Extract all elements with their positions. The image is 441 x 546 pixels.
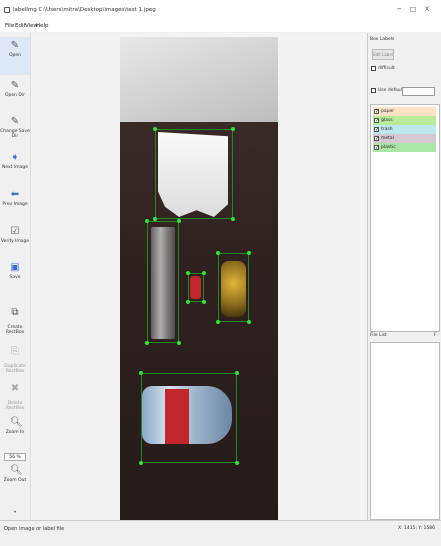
more-icon: • <box>13 509 17 516</box>
verify-image-button[interactable]: ☑ Verify Image <box>0 226 30 245</box>
bbox-vertex[interactable] <box>231 217 235 221</box>
bbox-vertex[interactable] <box>139 371 143 375</box>
label-item-paper[interactable]: paper <box>373 107 436 117</box>
bbox-bottle[interactable] <box>141 373 237 463</box>
edit-label-button[interactable]: Edit Label <box>372 49 394 60</box>
bbox-vertex[interactable] <box>202 271 206 275</box>
pen-icon: ✎ <box>10 80 20 91</box>
next-image-button[interactable]: ➧ Next Image <box>0 152 30 171</box>
label-checkbox[interactable] <box>374 108 379 117</box>
minimize-button[interactable]: – <box>397 4 402 14</box>
file-list-float-button[interactable]: F <box>434 333 437 338</box>
bbox-vertex[interactable] <box>202 300 206 304</box>
bbox-vertex[interactable] <box>139 461 143 465</box>
zoom-out-button[interactable]: 🔍︎ Zoom Out <box>0 465 30 484</box>
pen-icon: ✎ <box>10 40 20 51</box>
bbox-vertex[interactable] <box>247 251 251 255</box>
left-toolbar: ✎ Open ✎ Open Dir ✎ Change Save Dir ➧ Ne… <box>0 33 31 520</box>
bbox-vertex[interactable] <box>145 341 149 345</box>
create-rectbox-button[interactable]: ⧉ Create RectBox <box>0 303 30 336</box>
photo <box>120 37 278 520</box>
open-dir-button[interactable]: ✎ Open Dir <box>0 80 30 99</box>
bbox-vertex[interactable] <box>186 271 190 275</box>
bbox-vertex[interactable] <box>177 341 181 345</box>
delete-icon: ✖ <box>10 383 20 394</box>
close-button[interactable]: X <box>425 6 429 13</box>
label-checkbox[interactable] <box>374 126 379 135</box>
cursor-coordinates: X: 1415; Y: 1586 <box>398 526 435 531</box>
label-checkbox[interactable] <box>374 135 379 144</box>
create-rectbox-icon: ⧉ <box>11 307 19 318</box>
menu-bar: File Edit View Help <box>0 20 441 32</box>
open-button[interactable]: ✎ Open <box>0 37 30 75</box>
bbox-vertex[interactable] <box>235 461 239 465</box>
zoom-level-field[interactable]: 56 % <box>4 453 26 461</box>
title-bar: labelImg C:\Users\mitra\Desktop\images\t… <box>0 0 441 20</box>
use-default-label-checkbox[interactable] <box>371 88 376 93</box>
label-list: paper glass trash metal plastic <box>370 104 440 332</box>
difficult-checkbox[interactable] <box>371 66 376 71</box>
maximize-button[interactable]: ☐ <box>410 6 416 14</box>
photo-wall <box>120 37 278 122</box>
label-item-glass[interactable]: glass <box>373 116 436 126</box>
verify-icon: ☑ <box>10 226 20 237</box>
bbox-can[interactable] <box>218 253 249 322</box>
pen-icon: ✎ <box>10 116 20 127</box>
file-list[interactable] <box>370 342 440 520</box>
menu-help[interactable]: Help <box>36 23 49 29</box>
file-list-header: File List <box>370 333 387 338</box>
label-checkbox[interactable] <box>374 117 379 126</box>
bbox-vertex[interactable] <box>145 219 149 223</box>
label-item-trash[interactable]: trash <box>373 125 436 135</box>
duplicate-icon: ⎘ <box>11 346 19 357</box>
prev-image-button[interactable]: ⬅ Prev Image <box>0 189 30 208</box>
box-labels-header: Box Labels <box>370 37 395 42</box>
bbox-vertex[interactable] <box>153 127 157 131</box>
app-icon <box>4 7 10 13</box>
difficult-label: difficult <box>378 66 395 71</box>
bbox-vertex[interactable] <box>186 300 190 304</box>
bbox-glass[interactable] <box>147 221 179 343</box>
zoom-in-button[interactable]: 🔍︎ Zoom In <box>0 417 30 436</box>
next-arrow-icon: ➧ <box>10 152 20 163</box>
bbox-vertex[interactable] <box>231 127 235 131</box>
change-save-dir-button[interactable]: ✎ Change Save Dir <box>0 116 30 140</box>
menu-file[interactable]: File <box>5 23 14 29</box>
zoom-out-icon: 🔍︎ <box>10 465 23 476</box>
status-bar: Open image or label file X: 1415; Y: 158… <box>0 520 441 546</box>
default-label-input[interactable] <box>402 87 435 96</box>
save-icon: ▣ <box>10 262 20 273</box>
bbox-vertex[interactable] <box>247 320 251 324</box>
label-item-plastic[interactable]: plastic <box>373 143 436 153</box>
window-title: labelImg C:\Users\mitra\Desktop\images\t… <box>13 7 156 13</box>
bbox-vertex[interactable] <box>177 219 181 223</box>
status-message: Open image or label file <box>4 526 65 532</box>
bbox-vertex[interactable] <box>235 371 239 375</box>
save-button[interactable]: ▣ Save <box>0 262 30 281</box>
label-checkbox[interactable] <box>374 144 379 153</box>
bbox-paper[interactable] <box>155 129 233 219</box>
more-tools-indicator: • <box>0 509 30 517</box>
bbox-vertex[interactable] <box>216 320 220 324</box>
delete-rectbox-button[interactable]: ✖ Delete RectBox <box>0 379 30 412</box>
image-canvas[interactable] <box>31 33 366 520</box>
prev-arrow-icon: ⬅ <box>10 189 20 200</box>
bbox-red-object[interactable] <box>188 273 204 302</box>
bbox-vertex[interactable] <box>216 251 220 255</box>
zoom-in-icon: 🔍︎ <box>10 417 23 428</box>
label-item-metal[interactable]: metal <box>373 134 436 144</box>
duplicate-rectbox-button[interactable]: ⎘ Duplicate RectBox <box>0 342 30 375</box>
right-panel: Box Labels Edit Label difficult Use defa… <box>367 33 441 520</box>
